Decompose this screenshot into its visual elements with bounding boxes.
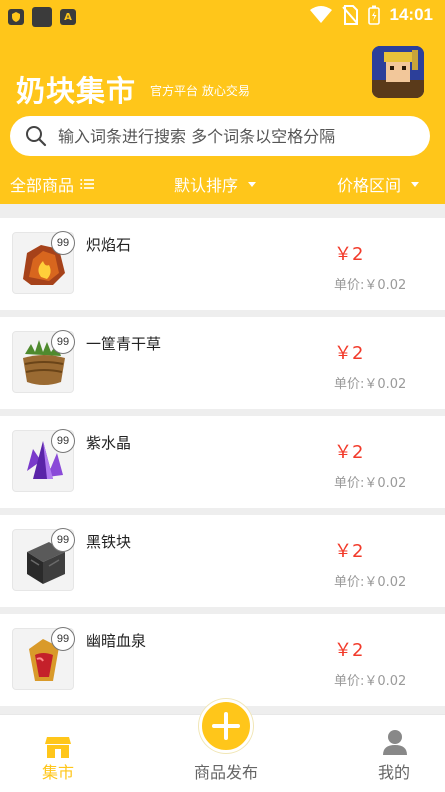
item-thumbnail: 99 [12, 231, 75, 294]
search-icon [26, 126, 47, 147]
tab-publish[interactable]: 商品发布 [176, 715, 276, 792]
unit-price: 单价:￥0.02 [334, 575, 407, 590]
avatar[interactable] [372, 46, 424, 98]
no-sim-icon [341, 5, 358, 25]
list-icon [80, 179, 95, 189]
item-thumbnail: 99 [12, 330, 75, 393]
quantity-badge: 99 [51, 627, 75, 651]
item-name: 紫水晶 [86, 434, 132, 452]
quantity-badge: 99 [51, 231, 75, 255]
bottom-tab-bar: 集市 商品发布 我的 [0, 699, 445, 792]
header: 奶块集市 官方平台 放心交易 全部商品 默认排序 价格区间 [0, 34, 445, 204]
quantity-badge: 99 [51, 528, 75, 552]
battery-icon [367, 5, 380, 25]
item-price: ￥2 [334, 442, 364, 463]
unit-price: 单价:￥0.02 [334, 674, 407, 689]
status-bar: A 14:01 [0, 0, 445, 34]
caret-down-icon [248, 181, 257, 187]
list-item[interactable]: 99 炽焰石 ￥2 单价:￥0.02 [0, 218, 445, 310]
sort-dropdown[interactable]: 默认排序 [174, 172, 257, 196]
tab-market[interactable]: 集市 [8, 715, 108, 792]
list-item[interactable]: 99 一筐青干草 ￥2 单价:￥0.02 [0, 317, 445, 409]
item-price: ￥2 [334, 244, 364, 265]
all-goods-filter[interactable]: 全部商品 [10, 172, 95, 196]
item-name: 幽暗血泉 [86, 632, 147, 650]
app-title: 奶块集市 [16, 74, 137, 108]
filter-bar: 全部商品 默认排序 价格区间 [0, 168, 445, 198]
item-thumbnail: 99 [12, 429, 75, 492]
list-item[interactable]: 99 紫水晶 ￥2 单价:￥0.02 [0, 416, 445, 508]
a-icon: A [60, 9, 76, 25]
search-bar[interactable] [10, 116, 430, 156]
user-icon [383, 730, 407, 755]
tab-mine-label: 我的 [377, 763, 410, 782]
sort-label: 默认排序 [174, 176, 239, 195]
item-price: ￥2 [334, 541, 364, 562]
quantity-badge: 99 [51, 429, 75, 453]
caret-down-icon [411, 181, 420, 187]
item-name: 黑铁块 [86, 533, 132, 551]
search-input[interactable] [58, 126, 418, 146]
list-item[interactable]: 99 幽暗血泉 ￥2 单价:￥0.02 [0, 614, 445, 706]
wifi-icon [309, 6, 332, 23]
all-goods-label: 全部商品 [10, 176, 75, 195]
tab-market-label: 集市 [41, 763, 74, 782]
tab-publish-label: 商品发布 [193, 763, 258, 782]
item-thumbnail: 99 [12, 627, 75, 690]
price-range-label: 价格区间 [337, 176, 402, 195]
shop-icon [45, 737, 71, 758]
price-range-dropdown[interactable]: 价格区间 [337, 172, 420, 196]
item-price: ￥2 [334, 343, 364, 364]
unit-price: 单价:￥0.02 [334, 476, 407, 491]
app-subtitle: 官方平台 放心交易 [150, 84, 250, 98]
shield-icon [8, 9, 24, 25]
quantity-badge: 99 [51, 330, 75, 354]
list-item[interactable]: 99 黑铁块 ￥2 单价:￥0.02 [0, 515, 445, 607]
item-price: ￥2 [334, 640, 364, 661]
app-icon [32, 7, 52, 27]
item-name: 炽焰石 [86, 236, 132, 254]
unit-price: 单价:￥0.02 [334, 278, 407, 293]
tab-mine[interactable]: 我的 [344, 715, 444, 792]
clock: 14:01 [389, 5, 433, 24]
unit-price: 单价:￥0.02 [334, 377, 407, 392]
item-thumbnail: 99 [12, 528, 75, 591]
item-name: 一筐青干草 [86, 335, 162, 353]
